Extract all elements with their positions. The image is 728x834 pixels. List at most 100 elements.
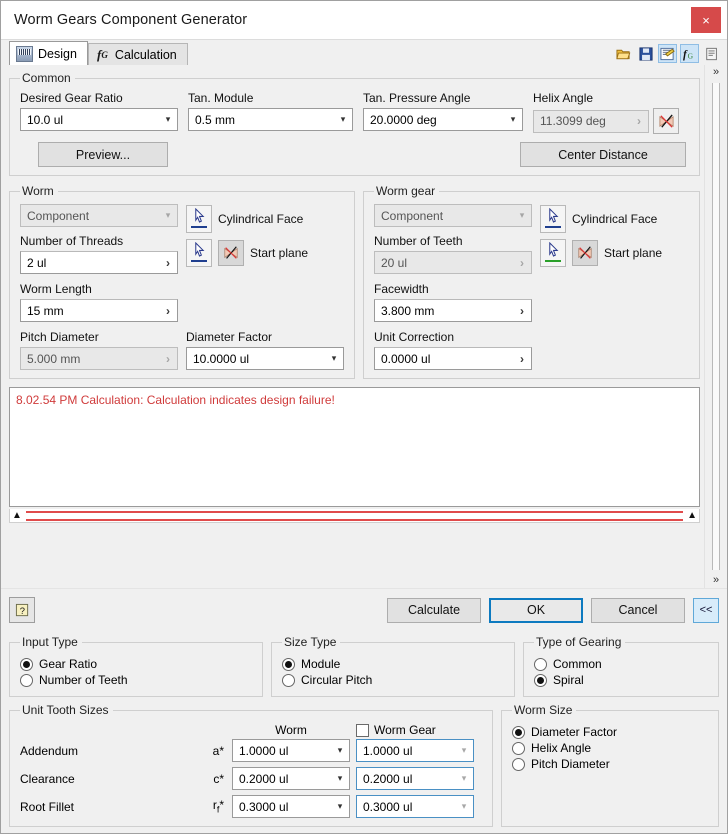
- clearance-worm-combo[interactable]: 0.2000 ul ▾: [232, 767, 350, 790]
- radio-dot-icon: [534, 657, 547, 671]
- helix-angle-label: Helix Angle: [533, 91, 594, 105]
- radio-dot-icon: [20, 657, 33, 671]
- worm-legend: Worm: [22, 184, 54, 198]
- ok-button[interactable]: OK: [489, 597, 583, 623]
- root-fillet-worm-gear-value: 0.3000 ul: [363, 799, 413, 814]
- tab-design[interactable]: Design: [9, 41, 88, 65]
- radio-circular-pitch-label: Circular Pitch: [301, 673, 373, 687]
- svg-text:G: G: [688, 51, 694, 60]
- worm-gear-cylindrical-face-pick[interactable]: [540, 205, 566, 233]
- worm-face-bar: [191, 226, 207, 228]
- addendum-symbol: a*: [212, 743, 224, 758]
- worm-cylindrical-face-pick[interactable]: [186, 205, 212, 233]
- help-button[interactable]: ?: [9, 597, 35, 623]
- tooth-row-clearance: Clearance c* 0.2000 ul ▾ 0.2000 ul ▾: [20, 767, 482, 790]
- radio-circular-pitch[interactable]: Circular Pitch: [282, 673, 504, 687]
- notepad-icon[interactable]: [702, 44, 721, 63]
- radio-gear-ratio[interactable]: Gear Ratio: [20, 657, 252, 671]
- dialog-footer: ? Calculate OK Cancel <<: [1, 588, 727, 631]
- tab-calculation[interactable]: fG Calculation: [87, 43, 188, 65]
- close-window-button[interactable]: ×: [691, 7, 721, 33]
- chevron-right-icon: ›: [166, 351, 170, 366]
- worm-pitch-diameter-label: Pitch Diameter: [20, 330, 99, 344]
- radio-spiral[interactable]: Spiral: [534, 673, 708, 687]
- radio-module[interactable]: Module: [282, 657, 504, 671]
- unit-correction-label: Unit Correction: [374, 330, 455, 344]
- preview-button[interactable]: Preview...: [38, 142, 168, 167]
- radio-pitch-diameter[interactable]: Pitch Diameter: [512, 757, 708, 771]
- collapse-panel-button[interactable]: <<: [693, 597, 719, 623]
- tab-strip: Design fG Calculation f G: [1, 40, 727, 65]
- save-file-icon[interactable]: [636, 44, 655, 63]
- type-of-gearing-group: Type of Gearing Common Spiral: [523, 635, 719, 697]
- worm-size-group: Worm Size Diameter Factor Helix Angle Pi…: [501, 703, 719, 827]
- svg-text:?: ?: [19, 605, 24, 615]
- addendum-worm-combo[interactable]: 1.0000 ul ▾: [232, 739, 350, 762]
- cancel-button[interactable]: Cancel: [591, 597, 685, 623]
- scroll-up-chevron-icon[interactable]: »: [713, 67, 719, 78]
- radio-helix-angle[interactable]: Helix Angle: [512, 741, 708, 755]
- chevron-down-icon: ▾: [519, 210, 525, 220]
- results-report-icon[interactable]: [658, 44, 677, 63]
- tab-design-label: Design: [38, 46, 77, 61]
- clearance-worm-gear-combo[interactable]: 0.2000 ul ▾: [356, 767, 474, 790]
- fx-calculation-icon[interactable]: f G: [680, 44, 699, 63]
- worm-diameter-factor-combo[interactable]: 10.0000 ul ▾: [186, 347, 344, 370]
- chevron-down-icon: ▾: [165, 210, 171, 220]
- addendum-worm-gear-combo[interactable]: 1.0000 ul ▾: [356, 739, 474, 762]
- desired-gear-ratio-combo[interactable]: 10.0 ul ▾: [20, 108, 178, 131]
- message-pane[interactable]: 8.02.54 PM Calculation: Calculation indi…: [9, 387, 700, 507]
- radio-common[interactable]: Common: [534, 657, 708, 671]
- worm-gear-legend: Worm gear: [376, 184, 436, 198]
- unit-correction-field[interactable]: 0.0000 ul ›: [374, 347, 532, 370]
- tooth-sizes-header: Worm Worm Gear: [20, 723, 482, 737]
- tan-module-combo[interactable]: 0.5 mm ▾: [188, 108, 353, 131]
- worm-gear-link-checkbox[interactable]: [356, 723, 369, 737]
- desired-gear-ratio-value: 10.0 ul: [27, 112, 64, 127]
- status-expand-right-icon[interactable]: ▲: [687, 510, 697, 521]
- radio-dot-icon: [512, 757, 525, 771]
- unit-tooth-sizes-legend: Unit Tooth Sizes: [22, 703, 109, 717]
- radio-spiral-label: Spiral: [553, 673, 584, 687]
- radio-diameter-factor[interactable]: Diameter Factor: [512, 725, 708, 739]
- worm-component-combo[interactable]: Component ▾: [20, 204, 178, 227]
- tooth-row-root-fillet: Root Fillet rf* 0.3000 ul ▾ 0.3000 ul ▾: [20, 795, 482, 818]
- worm-gear-start-plane-icon[interactable]: [572, 240, 598, 266]
- worm-gear-component-combo[interactable]: Component ▾: [374, 204, 532, 227]
- chevron-right-icon: ›: [166, 255, 170, 270]
- open-file-icon[interactable]: [614, 44, 633, 63]
- column-header-worm: Worm: [275, 723, 307, 737]
- chevron-right-icon: ›: [520, 303, 524, 318]
- radio-number-of-teeth[interactable]: Number of Teeth: [20, 673, 252, 687]
- worm-start-plane-icon[interactable]: [218, 240, 244, 266]
- message-line: 8.02.54 PM Calculation: Calculation indi…: [16, 393, 335, 407]
- gear-hatch-icon: [16, 45, 33, 62]
- worm-length-field[interactable]: 15 mm ›: [20, 299, 178, 322]
- tan-pressure-angle-combo[interactable]: 20.0000 deg ▾: [363, 108, 523, 131]
- root-fillet-worm-gear-combo[interactable]: 0.3000 ul ▾: [356, 795, 474, 818]
- center-distance-button[interactable]: Center Distance: [520, 142, 686, 167]
- scroll-down-chevron-icon[interactable]: »: [713, 575, 719, 586]
- worm-gear-start-plane-label: Start plane: [604, 246, 663, 260]
- calculate-button[interactable]: Calculate: [387, 597, 481, 623]
- radio-number-of-teeth-label: Number of Teeth: [39, 673, 128, 687]
- status-expand-left-icon[interactable]: ▲: [12, 510, 22, 521]
- scrollbar-track[interactable]: [712, 83, 720, 570]
- worm-start-plane-pick[interactable]: [186, 239, 212, 267]
- chevron-right-icon: ›: [637, 114, 641, 128]
- worm-gear-face-bar: [545, 226, 561, 228]
- facewidth-label: Facewidth: [374, 282, 429, 296]
- tan-module-value: 0.5 mm: [195, 112, 236, 127]
- panel-scrollbar[interactable]: » »: [704, 65, 727, 588]
- worm-threads-field[interactable]: 2 ul ›: [20, 251, 178, 274]
- worm-group: Worm Component ▾ Number of Threads 2 ul …: [9, 184, 355, 379]
- root-fillet-worm-combo[interactable]: 0.3000 ul ▾: [232, 795, 350, 818]
- facewidth-field[interactable]: 3.800 mm ›: [374, 299, 532, 322]
- worm-gear-start-plane-pick[interactable]: [540, 239, 566, 267]
- worm-length-value: 15 mm: [27, 303, 64, 318]
- radio-dot-icon: [512, 741, 525, 755]
- tan-pressure-angle-value: 20.0000 deg: [370, 112, 437, 127]
- status-error-line: [25, 510, 684, 521]
- helix-start-plane-icon[interactable]: [653, 108, 679, 134]
- title-bar: Worm Gears Component Generator ×: [1, 1, 727, 40]
